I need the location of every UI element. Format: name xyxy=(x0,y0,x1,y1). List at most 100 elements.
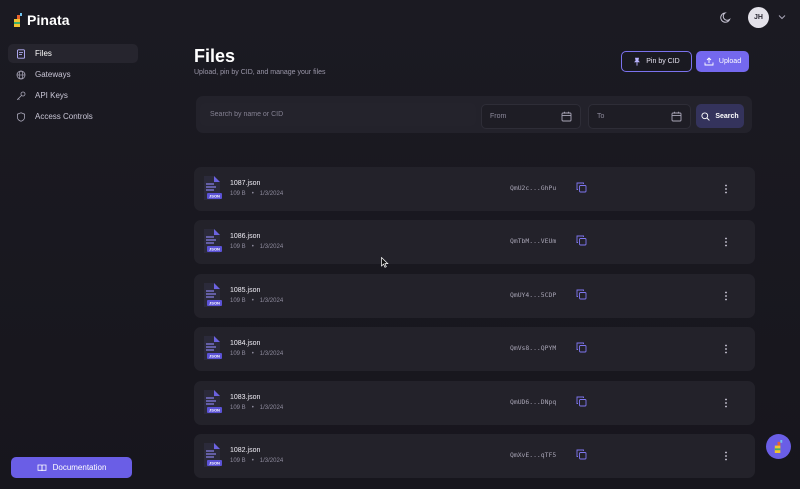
file-badge: JSON xyxy=(209,407,220,412)
file-meta: 109 B • 1/3/2024 xyxy=(230,244,283,250)
key-icon xyxy=(16,91,26,100)
file-date: 1/3/2024 xyxy=(259,351,284,358)
meta-separator: • xyxy=(251,244,254,251)
file-cid: QmVs8...QPYM xyxy=(510,344,557,353)
file-size: 109 B xyxy=(230,191,246,197)
more-vertical-icon[interactable] xyxy=(724,184,728,194)
json-file-icon: JSON xyxy=(204,389,222,414)
copy-icon[interactable] xyxy=(576,289,587,300)
file-meta: 109 B • 1/3/2024 xyxy=(230,458,283,464)
upload-button[interactable]: Upload xyxy=(696,51,749,72)
json-file-icon: JSON xyxy=(204,282,222,307)
file-name[interactable]: 1086.json xyxy=(230,233,260,240)
upload-icon xyxy=(704,57,714,66)
file-size: 109 B xyxy=(230,297,246,304)
sidebar-nav: Files Gateways API Keys Access Controls xyxy=(8,44,138,128)
file-name[interactable]: 1087.json xyxy=(230,180,260,187)
pinata-logo-icon xyxy=(14,13,22,27)
copy-icon[interactable] xyxy=(576,235,587,246)
file-meta: 109 B • 1/3/2024 xyxy=(230,405,283,411)
file-size: 109 B xyxy=(230,457,246,464)
search-icon xyxy=(701,111,711,121)
more-vertical-icon[interactable] xyxy=(724,451,728,461)
chevron-down-icon[interactable] xyxy=(778,14,786,20)
file-name[interactable]: 1084.json xyxy=(230,340,260,347)
more-vertical-icon[interactable] xyxy=(724,291,728,301)
avatar[interactable]: JH xyxy=(748,7,769,28)
date-from-placeholder: From xyxy=(490,113,507,120)
date-from-field[interactable]: From xyxy=(481,104,581,129)
more-vertical-icon[interactable] xyxy=(724,398,728,408)
moon-icon[interactable] xyxy=(720,11,733,24)
file-row[interactable]: JSON 1085.json 109 B • 1/3/2024 QmUY4...… xyxy=(194,273,755,318)
copy-icon[interactable] xyxy=(576,342,587,353)
book-icon xyxy=(37,464,46,471)
file-date: 1/3/2024 xyxy=(259,297,284,304)
file-badge: JSON xyxy=(209,461,220,466)
meta-separator: • xyxy=(251,191,254,197)
search-button-label: Search xyxy=(715,112,739,120)
pin-by-cid-button[interactable]: Pin by CID xyxy=(621,51,692,72)
file-name[interactable]: 1083.json xyxy=(230,394,260,401)
page-title: Files xyxy=(194,46,236,66)
file-size: 109 B xyxy=(230,351,246,358)
copy-icon[interactable] xyxy=(576,449,587,460)
file-row[interactable]: JSON 1086.json 109 B • 1/3/2024 QmTbM...… xyxy=(194,220,755,265)
pinata-logo[interactable]: Pinata xyxy=(13,12,70,28)
sidebar-item-label: Gateways xyxy=(35,70,71,79)
file-cid: QmUY4...5CDP xyxy=(510,290,557,299)
more-vertical-icon[interactable] xyxy=(724,344,728,354)
pin-icon xyxy=(634,57,641,66)
file-row[interactable]: JSON 1087.json 109 B • 1/3/2024 QmU2c...… xyxy=(194,167,755,211)
file-row[interactable]: JSON 1084.json 109 B • 1/3/2024 QmVs8...… xyxy=(194,327,755,372)
help-chat-button[interactable] xyxy=(766,434,791,459)
file-date: 1/3/2024 xyxy=(259,404,284,411)
json-file-icon: JSON xyxy=(204,336,222,361)
meta-separator: • xyxy=(251,297,254,304)
meta-separator: • xyxy=(251,457,254,464)
globe-icon xyxy=(16,70,26,79)
page-subtitle: Upload, pin by CID, and manage your file… xyxy=(194,69,326,76)
sidebar-item-api-keys[interactable]: API Keys xyxy=(8,86,138,105)
file-row[interactable]: JSON 1083.json 109 B • 1/3/2024 QmUD6...… xyxy=(194,380,755,425)
file-badge: JSON xyxy=(209,194,220,199)
sidebar-item-label: API Keys xyxy=(35,91,68,100)
file-badge: JSON xyxy=(209,354,220,359)
date-to-placeholder: To xyxy=(597,113,605,120)
copy-icon[interactable] xyxy=(576,182,587,193)
app-window: Pinata Files Gateways API Keys Access Co… xyxy=(0,0,800,489)
file-name[interactable]: 1082.json xyxy=(230,447,260,454)
calendar-icon[interactable] xyxy=(671,111,682,122)
search-button[interactable]: Search xyxy=(696,104,744,128)
calendar-icon[interactable] xyxy=(561,111,572,122)
sidebar-item-files[interactable]: Files xyxy=(8,44,138,63)
pinata-logo-icon xyxy=(774,440,783,453)
pin-by-cid-label: Pin by CID xyxy=(646,58,680,65)
sidebar-item-gateways[interactable]: Gateways xyxy=(8,65,138,84)
file-cid: QmU2c...GhPu xyxy=(510,184,557,192)
mouse-cursor-icon xyxy=(381,257,389,268)
file-date: 1/3/2024 xyxy=(259,244,284,251)
sidebar-item-access-controls[interactable]: Access Controls xyxy=(8,107,138,126)
shield-icon xyxy=(17,111,25,122)
json-file-icon: JSON xyxy=(204,229,222,254)
meta-separator: • xyxy=(251,404,254,411)
date-to-field[interactable]: To xyxy=(588,104,691,129)
file-name[interactable]: 1085.json xyxy=(230,287,260,294)
documentation-button[interactable]: Documentation xyxy=(11,457,132,478)
file-meta: 109 B • 1/3/2024 xyxy=(230,298,283,304)
copy-icon[interactable] xyxy=(576,396,587,407)
file-badge: JSON xyxy=(209,300,220,305)
search-input[interactable] xyxy=(200,103,476,126)
upload-label: Upload xyxy=(718,58,742,65)
sidebar-item-label: Files xyxy=(35,49,52,58)
file-row[interactable]: JSON 1082.json 109 B • 1/3/2024 QmXvE...… xyxy=(194,433,755,478)
brand-name: Pinata xyxy=(27,12,70,28)
file-badge: JSON xyxy=(209,247,220,252)
sidebar: Pinata Files Gateways API Keys Access Co… xyxy=(0,0,146,489)
sidebar-item-label: Access Controls xyxy=(35,112,93,121)
more-vertical-icon[interactable] xyxy=(724,237,728,247)
file-cid: QmUD6...DNpq xyxy=(510,397,557,406)
file-meta: 109 B • 1/3/2024 xyxy=(230,351,283,357)
file-date: 1/3/2024 xyxy=(259,457,284,464)
